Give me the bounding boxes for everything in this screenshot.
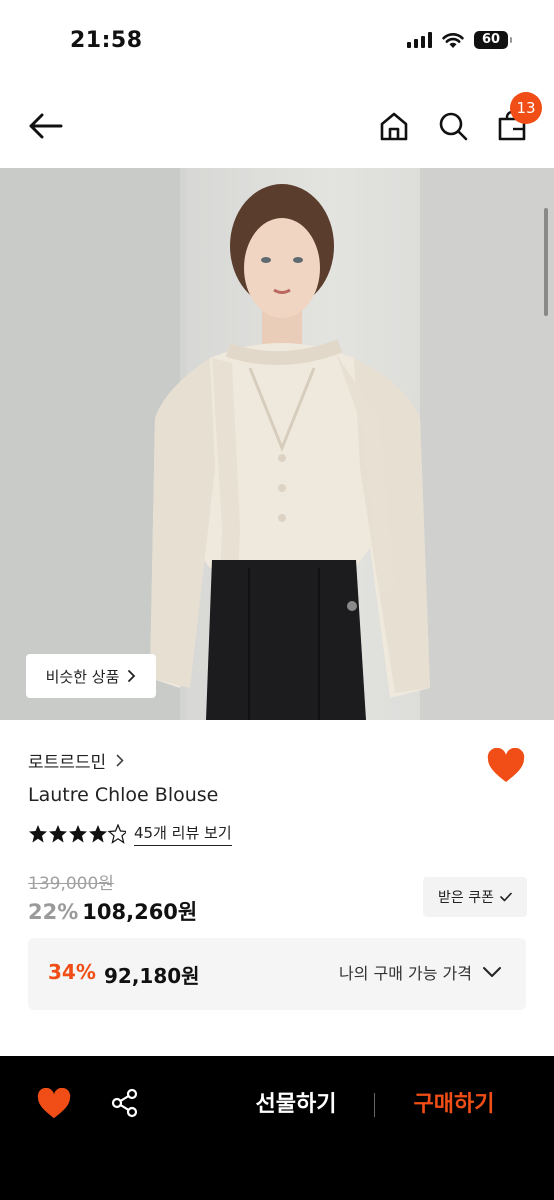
product-photo [0, 168, 554, 720]
divider [374, 1093, 375, 1117]
sale-price: 108,260원 [82, 900, 198, 924]
share-icon [111, 1088, 138, 1118]
signal-icon [407, 32, 432, 48]
heart-icon [37, 1087, 71, 1119]
my-discount-rate: 34% [48, 960, 96, 984]
brand-link[interactable]: 로트르드민 [28, 748, 124, 773]
chevron-right-icon [128, 670, 136, 682]
search-button[interactable] [433, 106, 473, 146]
gift-button[interactable]: 선물하기 [236, 1088, 356, 1122]
price-row: 22% 108,260원 [28, 896, 197, 926]
my-price: 92,180원 [104, 964, 200, 988]
bottom-wishlist-button[interactable] [36, 1087, 72, 1120]
brand-name: 로트르드민 [28, 753, 107, 773]
my-price-panel[interactable]: 34% 92,180원 나의 구매 가능 가격 [28, 938, 526, 1010]
top-navigation [0, 80, 554, 168]
back-arrow-icon [29, 113, 63, 139]
back-button[interactable] [24, 106, 66, 146]
wifi-icon [442, 32, 464, 48]
status-bar: 21:58 60 [0, 0, 554, 80]
wishlist-button[interactable] [486, 747, 526, 784]
status-time: 21:58 [70, 28, 143, 53]
battery-icon: 60 [474, 31, 512, 49]
my-price-toggle[interactable]: 나의 구매 가능 가격 [339, 960, 502, 984]
discount-rate: 22% [28, 900, 79, 924]
home-icon [380, 112, 408, 141]
product-image[interactable]: 비슷한 상품 [0, 168, 554, 720]
cart-count-badge: 13 [510, 92, 542, 124]
product-name: Lautre Chloe Blouse [28, 784, 219, 806]
share-button[interactable] [110, 1088, 142, 1120]
received-coupon-button[interactable]: 받은 쿠폰 [423, 877, 527, 917]
checkmark-icon [500, 892, 512, 902]
bottom-action-bar: 선물하기 구매하기 [0, 1056, 554, 1200]
home-button[interactable] [374, 106, 414, 146]
similar-products-label: 비슷한 상품 [45, 667, 120, 686]
search-icon [439, 112, 468, 141]
coupon-label: 받은 쿠폰 [438, 890, 494, 906]
heart-icon [487, 747, 525, 782]
buy-button[interactable]: 구매하기 [394, 1088, 514, 1122]
rating-row: 45개 리뷰 보기 [28, 822, 232, 846]
original-price: 139,000원 [28, 874, 114, 894]
my-price-label: 나의 구매 가능 가격 [338, 964, 472, 983]
review-link[interactable]: 45개 리뷰 보기 [134, 822, 232, 846]
status-icons: 60 [407, 31, 512, 49]
chevron-right-icon [116, 754, 124, 767]
image-scroll-indicator [544, 208, 548, 316]
star-rating [29, 824, 126, 844]
similar-products-button[interactable]: 비슷한 상품 [26, 654, 156, 698]
chevron-down-icon [483, 967, 501, 977]
